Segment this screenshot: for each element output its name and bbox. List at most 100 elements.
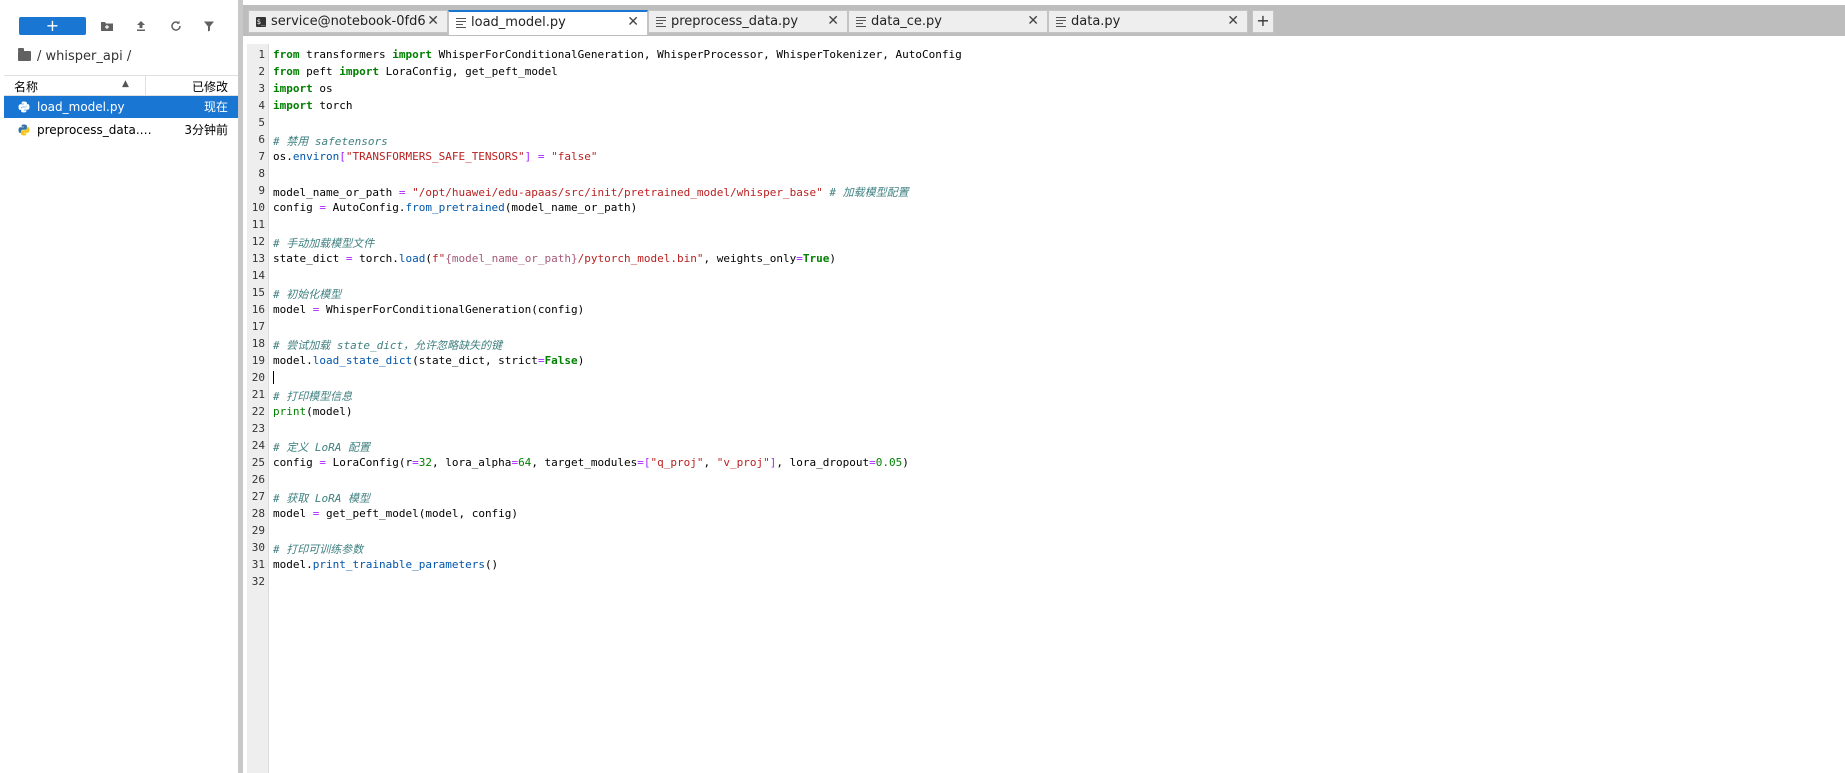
code-line-27: # 获取 LoRA 模型	[273, 492, 370, 505]
code-editor[interactable]: 1 2 3 4 5 6 7 8 9 10 11 12 13 14 15 16 1…	[247, 44, 1845, 773]
line-number: 15	[251, 286, 265, 299]
tab-data-ce[interactable]: data_ce.py ✕	[848, 10, 1048, 33]
file-modified: 现在	[203, 100, 228, 114]
line-number: 13	[251, 252, 265, 265]
tab-label: data_ce.py	[871, 14, 943, 29]
file-name: preprocess_data.py	[37, 123, 152, 137]
line-number: 7	[258, 150, 265, 163]
close-icon[interactable]: ✕	[427, 13, 439, 29]
file-row-load-model[interactable]: load_model.py 现在	[4, 96, 238, 118]
line-number: 30	[251, 541, 265, 554]
upload-icon[interactable]	[131, 17, 151, 35]
python-file-icon	[18, 101, 30, 113]
code-line-19: model.load_state_dict(state_dict, strict…	[273, 354, 585, 367]
line-number: 20	[251, 371, 265, 384]
line-number: 18	[251, 337, 265, 350]
refresh-icon[interactable]	[166, 17, 186, 35]
code-line-1: from transformers import WhisperForCondi…	[273, 48, 962, 61]
code-line-3: import os	[273, 82, 333, 95]
breadcrumb-path[interactable]: / whisper_api /	[37, 49, 131, 64]
line-number: 14	[251, 269, 265, 282]
tab-preprocess-data[interactable]: preprocess_data.py ✕	[648, 10, 848, 33]
code-line-28: model = get_peft_model(model, config)	[273, 507, 519, 520]
code-line-12: # 手动加载模型文件	[273, 237, 375, 250]
tab-label: data.py	[1071, 14, 1121, 29]
tab-bar: $_ service@notebook-0fd663 ✕ load_model.…	[243, 0, 1845, 36]
close-icon[interactable]: ✕	[827, 13, 839, 29]
code-line-21: # 打印模型信息	[273, 390, 353, 403]
close-icon[interactable]: ✕	[627, 14, 639, 30]
file-browser-toolbar: +	[0, 0, 238, 44]
line-number: 22	[251, 405, 265, 418]
tab-data[interactable]: data.py ✕	[1048, 10, 1248, 33]
tab-label: preprocess_data.py	[671, 14, 799, 29]
column-divider[interactable]	[145, 76, 146, 95]
line-number: 6	[258, 133, 265, 146]
line-number: 4	[258, 99, 265, 112]
code-line-13: state_dict = torch.load(f"{model_name_or…	[273, 252, 836, 265]
new-launcher-button[interactable]: +	[19, 17, 86, 35]
code-line-24: # 定义 LoRA 配置	[273, 441, 370, 454]
line-number: 10	[251, 201, 265, 214]
tab-label: service@notebook-0fd663	[271, 14, 425, 29]
file-browser-sidebar: + / whisper_api / 名称 ▲ 已修改 load_model.py…	[0, 0, 239, 773]
code-line-4: import torch	[273, 99, 353, 112]
line-number-gutter: 1 2 3 4 5 6 7 8 9 10 11 12 13 14 15 16 1…	[247, 44, 269, 773]
file-list-header: 名称 ▲ 已修改	[4, 75, 238, 96]
line-number: 3	[258, 82, 265, 95]
line-number: 5	[258, 116, 265, 129]
folder-icon[interactable]	[18, 47, 31, 61]
code-line-22: print(model)	[273, 405, 353, 418]
file-row-preprocess-data[interactable]: preprocess_data.py 3分钟前	[4, 119, 238, 141]
file-modified: 3分钟前	[184, 123, 228, 137]
code-line-7: os.environ["TRANSFORMERS_SAFE_TENSORS"] …	[273, 150, 598, 163]
add-tab-button[interactable]: +	[1252, 10, 1274, 33]
code-line-25: config = LoraConfig(r=32, lora_alpha=64,…	[273, 456, 909, 469]
text-file-icon	[656, 17, 666, 27]
python-file-icon	[18, 124, 30, 136]
line-number: 28	[251, 507, 265, 520]
code-line-18: # 尝试加载 state_dict，允许忽略缺失的键	[273, 339, 503, 352]
line-number: 31	[251, 558, 265, 571]
column-name[interactable]: 名称	[14, 78, 38, 95]
line-number: 26	[251, 473, 265, 486]
tab-load-model[interactable]: load_model.py ✕	[448, 10, 648, 35]
code-line-9: model_name_or_path = "/opt/huawei/edu-ap…	[273, 186, 909, 199]
line-number: 8	[258, 167, 265, 180]
line-number: 11	[251, 218, 265, 231]
line-number: 21	[251, 388, 265, 401]
line-number: 27	[251, 490, 265, 503]
text-file-icon	[456, 18, 466, 28]
column-modified[interactable]: 已修改	[192, 78, 228, 95]
line-number: 9	[258, 184, 265, 197]
filter-icon[interactable]	[199, 17, 219, 35]
code-line-10: config = AutoConfig.from_pretrained(mode…	[273, 201, 638, 214]
line-number: 19	[251, 354, 265, 367]
tab-terminal[interactable]: $_ service@notebook-0fd663 ✕	[248, 10, 448, 33]
text-file-icon	[1056, 17, 1066, 27]
line-number: 25	[251, 456, 265, 469]
sidebar-resize-handle[interactable]	[238, 0, 243, 773]
new-folder-icon[interactable]	[97, 17, 117, 35]
code-line-2: from peft import LoraConfig, get_peft_mo…	[273, 65, 558, 78]
line-number: 1	[258, 48, 265, 61]
code-line-15: # 初始化模型	[273, 288, 342, 301]
line-number: 17	[251, 320, 265, 333]
code-line-6: # 禁用 safetensors	[273, 135, 388, 148]
close-icon[interactable]: ✕	[1227, 13, 1239, 29]
line-number: 32	[251, 575, 265, 588]
text-cursor	[273, 371, 274, 384]
line-number: 16	[251, 303, 265, 316]
breadcrumb: / whisper_api /	[18, 47, 131, 64]
tab-label: load_model.py	[471, 15, 566, 30]
line-number: 24	[251, 439, 265, 452]
line-number: 23	[251, 422, 265, 435]
text-file-icon	[856, 17, 866, 27]
sort-ascending-icon: ▲	[122, 79, 129, 89]
terminal-icon: $_	[256, 17, 266, 27]
code-line-31: model.print_trainable_parameters()	[273, 558, 499, 571]
file-name: load_model.py	[37, 100, 125, 114]
code-line-30: # 打印可训练参数	[273, 543, 364, 556]
line-number: 12	[251, 235, 265, 248]
close-icon[interactable]: ✕	[1027, 13, 1039, 29]
